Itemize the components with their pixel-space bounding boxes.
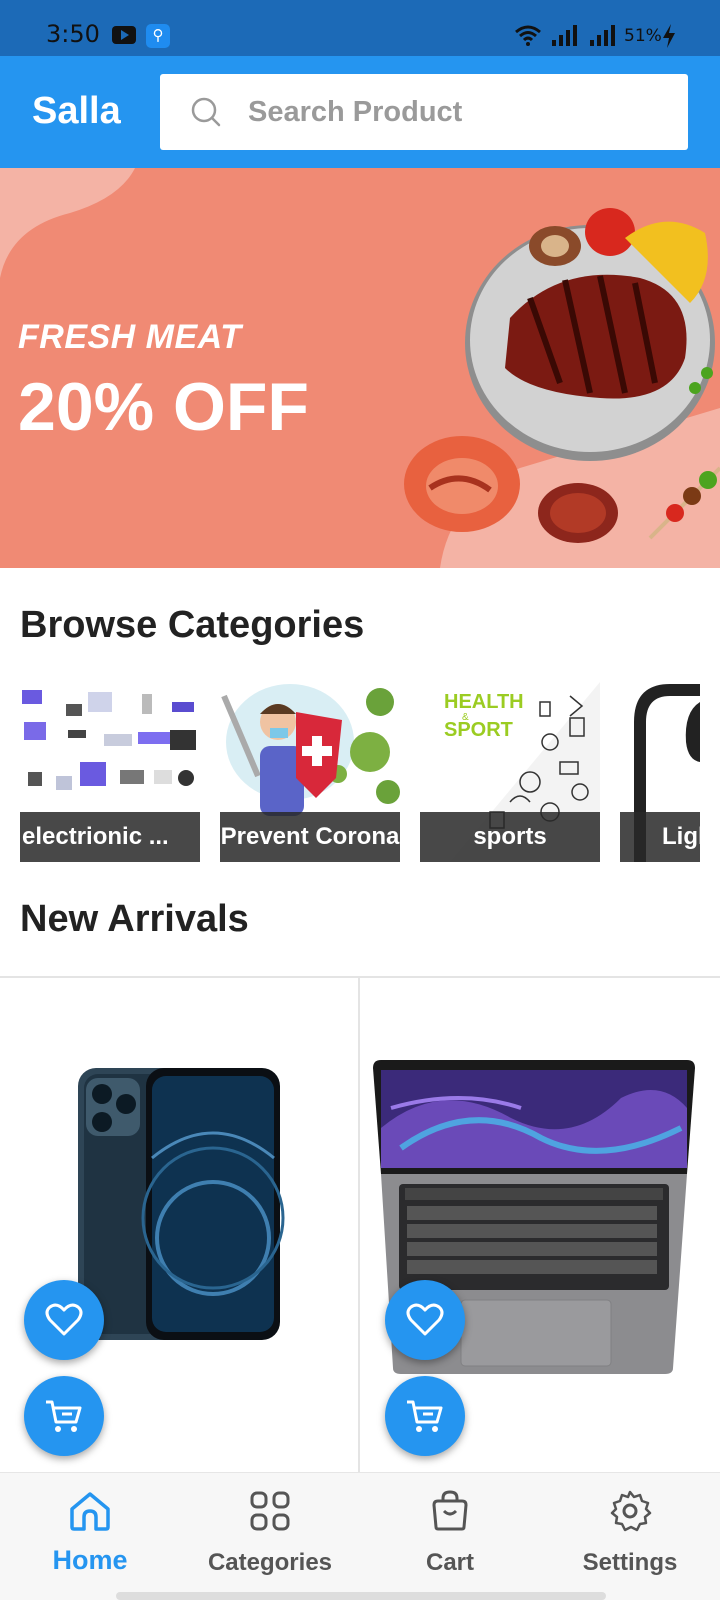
cart-icon	[46, 1400, 82, 1432]
search-input[interactable]	[248, 74, 668, 150]
nav-settings[interactable]: Settings	[540, 1473, 720, 1600]
banner-tagline: FRESH MEAT	[18, 318, 242, 356]
banner-headline: 20% OFF	[18, 369, 309, 445]
cart-icon	[407, 1400, 443, 1432]
charging-bolt-icon	[663, 24, 675, 48]
add-to-cart-button[interactable]	[24, 1376, 104, 1456]
bottom-navigation: Home Categories Cart Settings	[0, 1472, 720, 1600]
shopping-bag-icon	[432, 1490, 468, 1531]
nav-categories[interactable]: Categories	[180, 1473, 360, 1600]
favorite-button[interactable]	[385, 1280, 465, 1360]
product-card[interactable]	[361, 978, 720, 1474]
nav-home[interactable]: Home	[0, 1473, 180, 1600]
app-bar: Salla	[0, 56, 720, 168]
brand-title: Salla	[32, 90, 121, 132]
signal-icon	[552, 25, 577, 46]
battery-percent: 51%	[624, 26, 662, 46]
status-time: 3:50	[46, 20, 100, 48]
usb-notification-icon: ⚲	[146, 24, 170, 48]
search-icon	[191, 97, 221, 127]
categories-carousel[interactable]: electrionic ... Prevent Corona HEALTH & …	[20, 682, 700, 862]
nav-settings-label: Settings	[582, 1549, 678, 1576]
nav-cart[interactable]: Cart	[360, 1473, 540, 1600]
youtube-notification-icon	[112, 26, 136, 44]
new-arrivals-title: New Arrivals	[20, 898, 249, 940]
promo-banner[interactable]: FRESH MEAT 20% OFF	[0, 168, 720, 568]
category-card-light[interactable]: Ligh	[620, 682, 700, 862]
heart-icon	[45, 1303, 83, 1336]
favorite-button[interactable]	[24, 1280, 104, 1360]
sports-logo-sport: SPORT	[444, 719, 513, 741]
category-card-sports[interactable]: HEALTH & SPORT sports	[420, 682, 600, 862]
gear-icon	[610, 1490, 652, 1532]
nav-cart-label: Cart	[425, 1549, 474, 1576]
heart-icon	[406, 1303, 444, 1336]
search-bar[interactable]	[160, 74, 688, 150]
category-label: Ligh	[620, 812, 700, 862]
browse-categories-title: Browse Categories	[20, 604, 365, 646]
category-label: electrionic ...	[20, 812, 200, 862]
nav-categories-label: Categories	[207, 1549, 333, 1576]
category-label: Prevent Corona	[220, 812, 400, 862]
sports-logo-health: HEALTH	[444, 691, 524, 713]
wifi-icon	[515, 25, 541, 46]
signal-icon-2	[590, 25, 615, 46]
category-label: sports	[420, 812, 600, 862]
grid-icon	[250, 1491, 290, 1531]
nav-home-label: Home	[52, 1545, 128, 1575]
gesture-bar[interactable]	[116, 1592, 606, 1600]
category-card-prevent-corona[interactable]: Prevent Corona	[220, 682, 400, 862]
status-bar: 3:50 ⚲ 51%	[0, 0, 720, 56]
product-card[interactable]	[0, 978, 360, 1474]
add-to-cart-button[interactable]	[385, 1376, 465, 1456]
new-arrivals-grid	[0, 976, 720, 1474]
category-card-electronics[interactable]: electrionic ...	[20, 682, 200, 862]
home-icon	[70, 1492, 110, 1531]
